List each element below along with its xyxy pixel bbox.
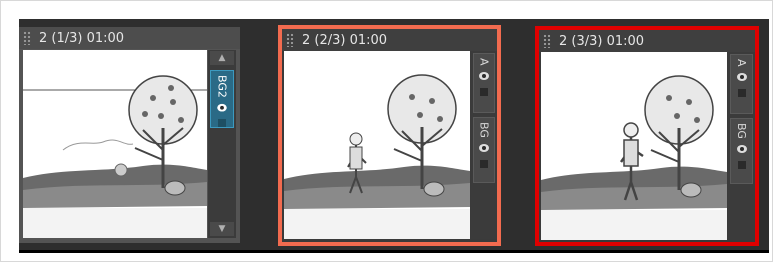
panel-1-canvas[interactable]	[23, 50, 207, 238]
panel-3[interactable]: 2 (3/3) 01:00 A BG	[535, 26, 759, 246]
layer-label: A	[477, 58, 491, 66]
drag-grip-icon[interactable]	[23, 31, 31, 45]
layer-a[interactable]: A	[473, 53, 495, 113]
panel-2-header[interactable]: 2 (2/3) 01:00	[282, 29, 497, 51]
panel-1-layer-column: ▲ BG2 ▼	[208, 50, 236, 238]
panel-3-header[interactable]: 2 (3/3) 01:00	[539, 30, 755, 52]
panel-2-drawing	[284, 51, 470, 239]
panel-2-layer-column: A BG	[471, 51, 497, 239]
panel-1-title: 2 (1/3) 01:00	[39, 30, 125, 46]
panel-2-canvas[interactable]	[284, 51, 470, 239]
scroll-up-icon[interactable]: ▲	[210, 51, 234, 65]
panel-3-layer-column: A BG	[728, 52, 755, 240]
drag-grip-icon[interactable]	[286, 33, 294, 47]
layer-a[interactable]: A	[730, 54, 753, 114]
layer-label: BG2	[215, 75, 229, 98]
layer-label: BG	[477, 122, 491, 138]
layer-bg[interactable]: BG	[730, 118, 753, 184]
panel-1[interactable]: 2 (1/3) 01:00 ▲ BG2 ▼	[19, 27, 240, 243]
panel-1-drawing	[23, 50, 207, 238]
scroll-down-icon[interactable]: ▼	[210, 222, 234, 236]
panel-3-drawing	[541, 52, 727, 240]
eye-icon[interactable]	[736, 143, 748, 155]
layer-bg[interactable]: BG	[473, 117, 495, 183]
lock-toggle[interactable]	[737, 160, 746, 169]
layer-bg2[interactable]: BG2	[210, 70, 234, 128]
eye-icon[interactable]	[736, 71, 748, 83]
panel-3-canvas[interactable]	[541, 52, 727, 240]
panel-3-title: 2 (3/3) 01:00	[559, 33, 645, 49]
lock-toggle[interactable]	[480, 87, 488, 96]
eye-icon[interactable]	[216, 102, 228, 113]
layer-label: BG	[735, 123, 748, 139]
strip-bottom-edge	[19, 250, 769, 253]
panel-1-header[interactable]: 2 (1/3) 01:00	[19, 27, 240, 49]
eye-icon[interactable]	[478, 142, 490, 154]
lock-toggle[interactable]	[480, 159, 488, 168]
layer-label: A	[735, 59, 748, 67]
eye-icon[interactable]	[478, 70, 490, 82]
drag-grip-icon[interactable]	[543, 34, 551, 48]
panel-2-title: 2 (2/3) 01:00	[302, 32, 388, 48]
panel-2[interactable]: 2 (2/3) 01:00 A BG	[278, 25, 501, 246]
lock-toggle[interactable]	[737, 88, 746, 97]
lock-toggle[interactable]	[218, 119, 226, 127]
